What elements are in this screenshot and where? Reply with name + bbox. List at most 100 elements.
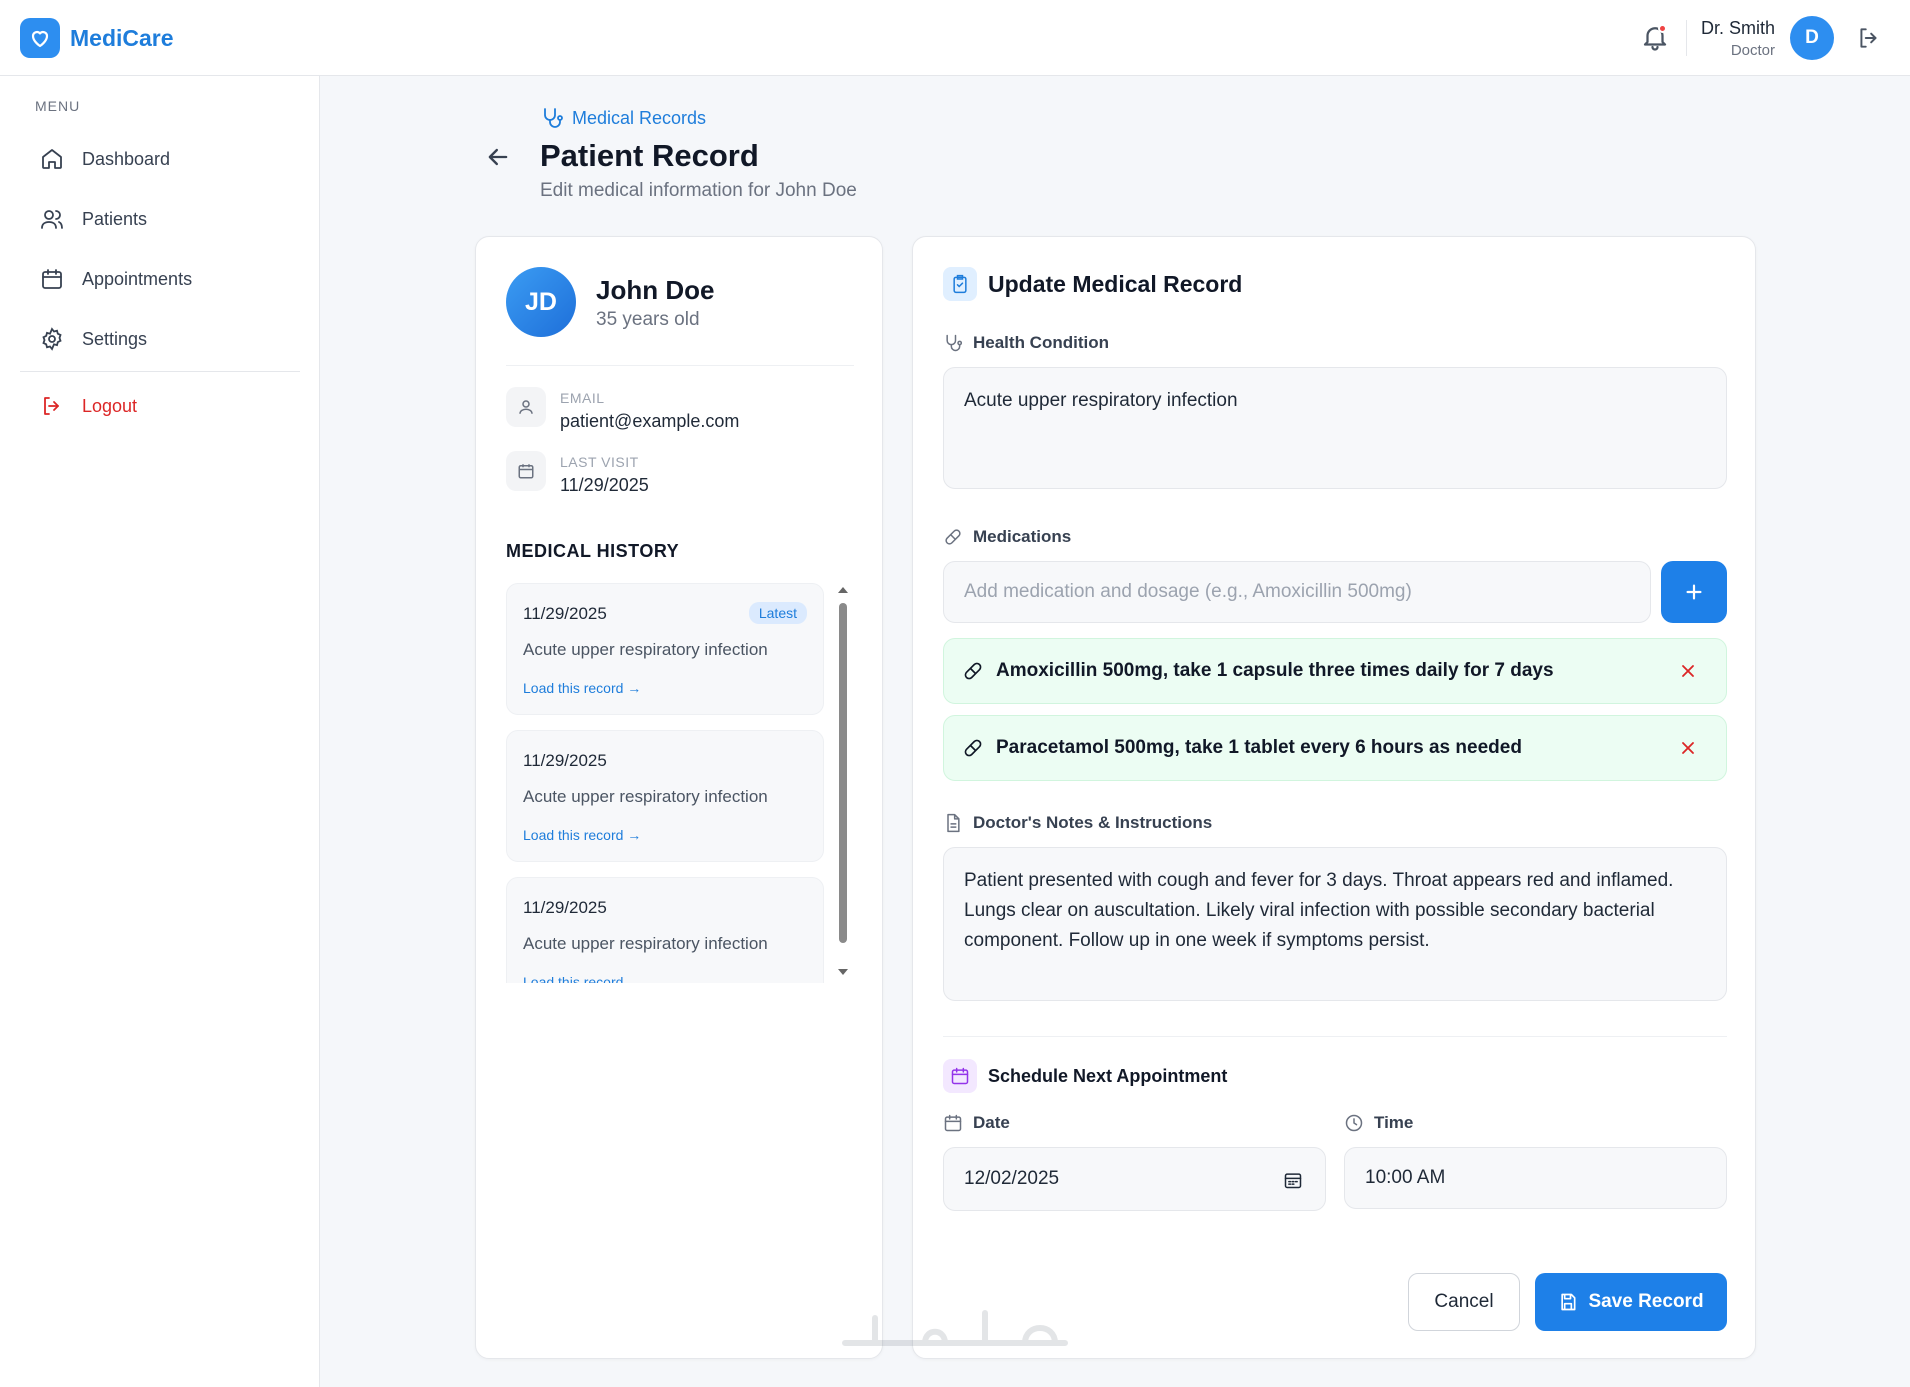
- notification-bell-icon[interactable]: [1640, 22, 1670, 52]
- user-name: Dr. Smith: [1700, 18, 1775, 38]
- sidebar-item-dashboard[interactable]: Dashboard: [20, 134, 300, 184]
- back-arrow-icon[interactable]: [484, 143, 512, 171]
- cancel-button[interactable]: Cancel: [1408, 1273, 1520, 1331]
- history-item: 11/29/2025 Acute upper respiratory infec…: [506, 730, 824, 862]
- sidebar-divider: [20, 371, 300, 372]
- calendar-icon: [42, 269, 62, 289]
- calendar-icon: [944, 1114, 962, 1132]
- page-subtitle: Edit medical information for John Doe: [540, 180, 857, 201]
- stethoscope-icon: [544, 108, 563, 128]
- clock-icon: [1345, 1114, 1363, 1132]
- label-text: Date: [973, 1113, 1010, 1132]
- last-visit-label: LAST VISIT: [560, 454, 639, 470]
- clipboard-icon: [943, 267, 977, 301]
- notification-dot: [1658, 24, 1667, 33]
- user-icon: [506, 387, 546, 427]
- history-date: 11/29/2025: [523, 751, 607, 770]
- label-text: Medications: [973, 527, 1072, 546]
- label-text: Health Condition: [973, 333, 1109, 352]
- schedule-title: Schedule Next Appointment: [988, 1066, 1228, 1086]
- history-date: 11/29/2025: [523, 604, 607, 623]
- medications-label: Medications: [943, 527, 1071, 547]
- email-label: EMAIL: [560, 390, 605, 406]
- user-avatar[interactable]: D: [1790, 16, 1834, 60]
- label-text: Doctor's Notes & Instructions: [973, 813, 1213, 832]
- sidebar-item-settings[interactable]: Settings: [20, 314, 300, 364]
- medication-input[interactable]: Add medication and dosage (e.g., Amoxici…: [943, 561, 1651, 623]
- pill-icon: [964, 739, 982, 757]
- latest-badge: Latest: [748, 602, 807, 624]
- calendar-icon: [943, 1059, 977, 1093]
- history-scrollbar[interactable]: [836, 583, 850, 983]
- calendar-icon: [506, 451, 546, 491]
- watermark-logo: [835, 1298, 1075, 1358]
- pill-icon: [945, 529, 961, 545]
- sidebar-item-appointments[interactable]: Appointments: [20, 254, 300, 304]
- patient-name: John Doe: [596, 275, 715, 305]
- history-condition: Acute upper respiratory infection: [523, 934, 768, 953]
- divider: [506, 365, 854, 366]
- health-condition-label: Health Condition: [943, 333, 1109, 353]
- time-label: Time: [1344, 1113, 1413, 1133]
- sidebar-item-label: Logout: [82, 395, 138, 416]
- user-role: Doctor: [1730, 42, 1775, 59]
- history-date: 11/29/2025: [523, 898, 607, 917]
- patient-age: 35 years old: [596, 309, 700, 330]
- save-icon: [1561, 1293, 1576, 1311]
- app-logo[interactable]: MediCare: [20, 18, 174, 58]
- add-medication-button[interactable]: [1661, 561, 1727, 623]
- heart-icon: [20, 18, 60, 58]
- load-record-link[interactable]: Load this record →: [523, 974, 641, 983]
- medical-history-title: MEDICAL HISTORY: [506, 541, 680, 561]
- scroll-up-icon[interactable]: [838, 587, 848, 593]
- sidebar-item-logout[interactable]: Logout: [20, 381, 300, 431]
- document-icon: [947, 813, 960, 833]
- sidebar-item-patients[interactable]: Patients: [20, 194, 300, 244]
- header-divider: [1686, 20, 1687, 56]
- stethoscope-icon: [946, 334, 963, 352]
- medication-text: Paracetamol 500mg, take 1 tablet every 6…: [996, 737, 1522, 758]
- divider: [943, 1036, 1727, 1037]
- sidebar-item-label: Dashboard: [82, 148, 171, 169]
- remove-icon[interactable]: [1678, 661, 1698, 681]
- date-input[interactable]: 12/02/2025: [943, 1147, 1326, 1211]
- last-visit-value: 11/29/2025: [560, 475, 649, 495]
- history-item: 11/29/2025 Acute upper respiratory infec…: [506, 877, 824, 983]
- patient-avatar: JD: [506, 267, 576, 337]
- logout-icon[interactable]: [1856, 25, 1882, 51]
- save-record-button[interactable]: Save Record: [1535, 1273, 1727, 1331]
- medical-record-form: Update Medical Record Health Condition A…: [912, 236, 1756, 1359]
- date-label: Date: [943, 1113, 1010, 1133]
- notes-label: Doctor's Notes & Instructions: [943, 813, 1212, 833]
- medication-item: Amoxicillin 500mg, take 1 capsule three …: [943, 638, 1727, 704]
- patient-email: patient@example.com: [560, 411, 740, 431]
- form-title: Update Medical Record: [988, 271, 1243, 297]
- time-value: 10:00 AM: [1365, 1167, 1446, 1188]
- health-condition-input[interactable]: Acute upper respiratory infection: [943, 367, 1727, 489]
- load-record-link[interactable]: Load this record →: [523, 680, 641, 696]
- remove-icon[interactable]: [1678, 738, 1698, 758]
- patient-card: JD John Doe 35 years old EMAIL patient@e…: [475, 236, 883, 1359]
- menu-label: MENU: [35, 98, 81, 114]
- history-condition: Acute upper respiratory infection: [523, 787, 768, 806]
- load-record-link[interactable]: Load this record →: [523, 827, 641, 843]
- medication-text: Amoxicillin 500mg, take 1 capsule three …: [996, 660, 1554, 681]
- users-icon: [41, 210, 63, 229]
- sidebar-item-label: Patients: [82, 208, 148, 229]
- home-icon: [42, 149, 62, 169]
- calendar-picker-icon[interactable]: [1283, 1170, 1303, 1190]
- pill-icon: [964, 662, 982, 680]
- logout-icon: [44, 397, 59, 415]
- history-item: 11/29/2025 Latest Acute upper respirator…: [506, 583, 824, 715]
- time-input[interactable]: 10:00 AM: [1344, 1147, 1727, 1209]
- app-name: MediCare: [70, 24, 174, 51]
- scroll-thumb[interactable]: [839, 603, 847, 943]
- date-value: 12/02/2025: [964, 1168, 1060, 1189]
- page-title: Patient Record: [540, 138, 759, 173]
- medical-history-list[interactable]: 11/29/2025 Latest Acute upper respirator…: [506, 583, 854, 983]
- sidebar: MENU Dashboard Patients Appointments Set…: [0, 76, 320, 1387]
- top-header: MediCare Dr. Smith Doctor D: [0, 0, 1910, 76]
- notes-input[interactable]: Patient presented with cough and fever f…: [943, 847, 1727, 1001]
- scroll-down-icon[interactable]: [838, 969, 848, 975]
- breadcrumb[interactable]: Medical Records: [540, 106, 706, 130]
